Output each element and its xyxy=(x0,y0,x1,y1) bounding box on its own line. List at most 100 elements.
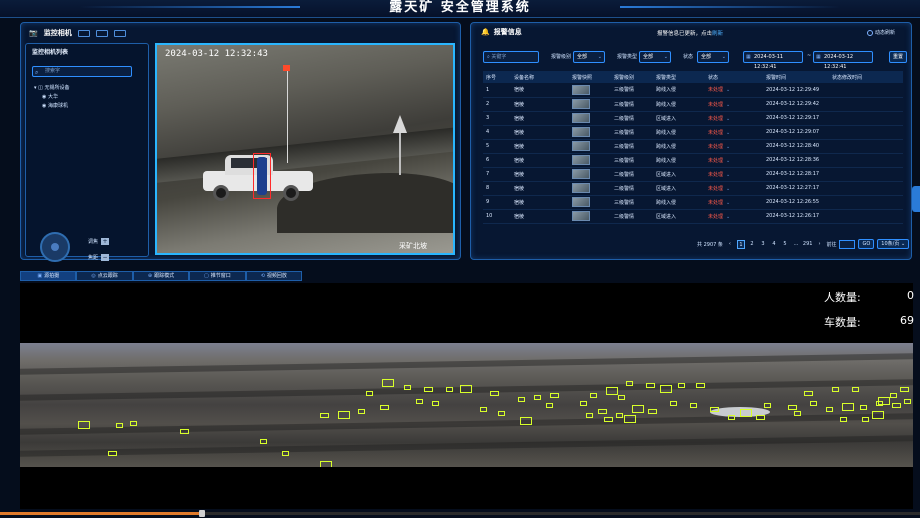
tab-point-cloud-tracking[interactable]: ◎ 点云跟踪 xyxy=(76,271,133,281)
vehicle-detection-box xyxy=(534,395,541,400)
snapshot-thumbnail[interactable] xyxy=(572,141,590,151)
status-dropdown-icon[interactable]: ⌄ xyxy=(726,144,730,150)
tab-tracking-mode[interactable]: ⊕ 跟踪模式 xyxy=(132,271,190,281)
row-level: 二级警情 xyxy=(611,111,653,126)
row-level: 二级警情 xyxy=(611,181,653,196)
header-decoration-left xyxy=(80,6,300,8)
status-dropdown-icon[interactable]: ⌄ xyxy=(726,214,730,220)
pager-page[interactable]: 1 xyxy=(736,239,745,249)
status-text: 未处理 xyxy=(708,143,724,150)
table-row[interactable]: 4 宿棱 三级警情 跨线入侵 未处理 ⌄ 2024-03-12 12:29:07 xyxy=(483,125,903,140)
pager-prev-button[interactable]: ‹ xyxy=(726,240,734,249)
reset-button[interactable]: 重置 xyxy=(889,51,907,63)
vehicle-detection-box xyxy=(108,451,117,456)
tree-root[interactable]: ▾ ◫ 无锡所设备 xyxy=(34,84,69,93)
person-count-label: 人数量: xyxy=(824,291,861,304)
snapshot-thumbnail[interactable] xyxy=(572,197,590,207)
status-text: 未处理 xyxy=(708,101,724,108)
vehicle-detection-box xyxy=(832,387,839,392)
ptz-control[interactable] xyxy=(40,232,70,262)
vehicle-detection-box xyxy=(260,439,267,444)
status-dropdown-icon[interactable]: ⌄ xyxy=(726,172,730,178)
pager-page[interactable]: 4 xyxy=(770,240,778,249)
playback-progress-fill xyxy=(0,512,203,515)
table-row[interactable]: 5 宿棱 三级警情 跨线入侵 未处理 ⌄ 2024-03-12 12:28:40 xyxy=(483,139,903,154)
ptz-center-button[interactable] xyxy=(51,243,59,251)
playback-progress-bar[interactable] xyxy=(0,510,920,517)
type-select[interactable]: 全部 ⌄ xyxy=(639,51,671,63)
table-row[interactable]: 7 宿棱 二级警情 区域进入 未处理 ⌄ 2024-03-12 12:28:17 xyxy=(483,167,903,182)
pager-page[interactable]: 5 xyxy=(781,240,789,249)
refresh-link[interactable]: 刷新 xyxy=(712,31,723,37)
status-dropdown-icon[interactable]: ⌄ xyxy=(726,186,730,192)
vehicle-detection-box xyxy=(892,403,901,408)
status-value: 全部 xyxy=(701,54,712,60)
snapshot-thumbnail[interactable] xyxy=(572,183,590,193)
vehicle-detection-box xyxy=(416,399,423,404)
status-select[interactable]: 全部 ⌄ xyxy=(697,51,729,63)
status-text: 未处理 xyxy=(708,199,724,206)
level-select[interactable]: 全部 ⌄ xyxy=(573,51,605,63)
layout-wide-button[interactable] xyxy=(113,29,126,37)
panorama-view[interactable]: 人数量: 0 车数量: 69 xyxy=(20,283,914,509)
status-dropdown-icon[interactable]: ⌄ xyxy=(726,87,730,93)
person-count-value: 0 xyxy=(907,289,914,302)
side-expand-handle[interactable] xyxy=(912,186,920,212)
table-row[interactable]: 6 宿棱 三级警情 跨线入侵 未处理 ⌄ 2024-03-12 12:28:36 xyxy=(483,153,903,168)
snapshot-thumbnail[interactable] xyxy=(572,127,590,137)
tree-item-hikvision[interactable]: ◉ 海康球机 xyxy=(34,102,69,111)
tab-window[interactable]: ▢ 推节窗口 xyxy=(189,271,246,281)
vehicle-detection-box xyxy=(546,403,553,408)
pager-next-button[interactable]: › xyxy=(815,240,823,249)
tab-video-playback[interactable]: ⟲ 视频回放 xyxy=(245,271,303,281)
auto-refresh-toggle[interactable]: 动态刷新 xyxy=(867,29,895,36)
date-start-input[interactable]: ▦ 2024-03-11 12:32:41 xyxy=(743,51,803,70)
table-row[interactable]: 2 宿棱 三级警情 跨线入侵 未处理 ⌄ 2024-03-12 12:29:42 xyxy=(483,97,903,112)
table-row[interactable]: 9 宿棱 三级警情 跨线入侵 未处理 ⌄ 2024-03-12 12:26:55 xyxy=(483,195,903,210)
status-dropdown-icon[interactable]: ⌄ xyxy=(726,200,730,206)
pager-page[interactable]: 2 xyxy=(748,240,756,249)
page-size-value: 10条/页 xyxy=(881,241,900,247)
pager-page[interactable]: 291 xyxy=(803,240,813,249)
folder-icon: ◫ xyxy=(38,85,43,91)
vehicle-detection-box xyxy=(616,413,623,418)
vehicle-detection-box xyxy=(116,423,123,428)
status-dropdown-icon[interactable]: ⌄ xyxy=(726,116,730,122)
chevron-down-icon: ⌄ xyxy=(597,54,602,60)
table-row[interactable]: 8 宿棱 二级警情 区域进入 未处理 ⌄ 2024-03-12 12:27:17 xyxy=(483,181,903,196)
pager-goto-input[interactable] xyxy=(839,239,856,249)
zoom-label: 调焦 xyxy=(88,239,99,245)
date-end-input[interactable]: ▦ 2024-03-12 12:32:41 xyxy=(813,51,873,70)
snapshot-thumbnail[interactable] xyxy=(572,84,590,95)
table-row[interactable]: 1 宿棱 三级警情 跨线入侵 未处理 ⌄ 2024-03-12 12:29:49 xyxy=(483,83,903,98)
snapshot-thumbnail[interactable] xyxy=(572,155,590,165)
vehicle-detection-box xyxy=(728,415,735,420)
status-dropdown-icon[interactable]: ⌄ xyxy=(726,158,730,164)
table-row[interactable]: 10 宿棱 二级警情 区域进入 未处理 ⌄ 2024-03-12 12:26:17 xyxy=(483,209,903,224)
column-header: 状态 xyxy=(705,71,763,83)
camera-search-input[interactable]: ⌕ 搜索字 xyxy=(32,66,132,77)
table-row[interactable]: 3 宿棱 二级警情 区域进入 未处理 ⌄ 2024-03-12 12:29:17 xyxy=(483,111,903,126)
pager-go-button[interactable]: GO xyxy=(858,239,875,249)
row-number: 3 xyxy=(483,111,511,126)
playback-progress-handle[interactable] xyxy=(199,510,206,517)
status-dropdown-icon[interactable]: ⌄ xyxy=(726,102,730,108)
caret-down-icon: ▾ xyxy=(34,85,37,91)
focus-out-button[interactable]: − xyxy=(101,254,110,261)
snapshot-thumbnail[interactable] xyxy=(572,211,590,221)
layout-single-button[interactable] xyxy=(77,29,90,37)
snapshot-thumbnail[interactable] xyxy=(572,99,590,109)
row-modified-time xyxy=(829,97,903,112)
vehicle-detection-box xyxy=(710,407,719,412)
live-video[interactable]: 2024-03-12 12:32:43 采矿北坡 xyxy=(155,43,455,255)
snapshot-thumbnail[interactable] xyxy=(572,169,590,179)
layout-quad-button[interactable] xyxy=(95,29,108,37)
status-dropdown-icon[interactable]: ⌄ xyxy=(726,130,730,136)
page-size-select[interactable]: 10条/页 ⌄ xyxy=(877,239,910,249)
tree-item-dahua[interactable]: ◉ 大华 xyxy=(34,93,69,102)
zoom-in-button[interactable]: + xyxy=(101,238,110,245)
tab-source-capture[interactable]: ▣ 源拍摄 xyxy=(20,271,77,281)
snapshot-thumbnail[interactable] xyxy=(572,113,590,123)
pager-page[interactable]: 3 xyxy=(759,240,767,249)
keyword-input[interactable]: ⌕ 关键字 xyxy=(483,51,539,63)
